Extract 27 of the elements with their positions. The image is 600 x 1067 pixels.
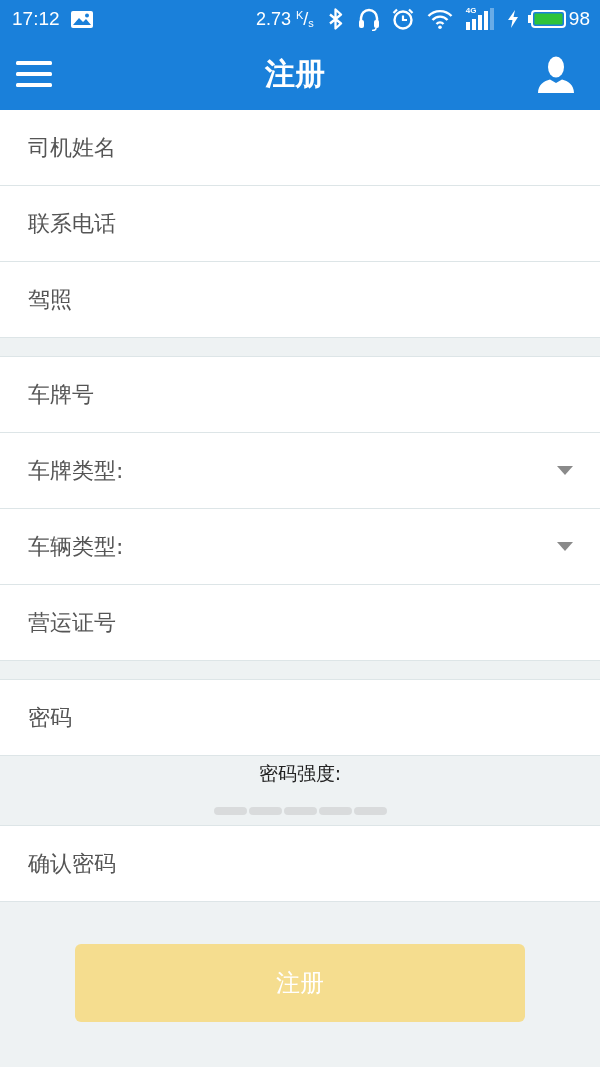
caret-icon bbox=[557, 542, 573, 551]
battery-level: 98 bbox=[568, 8, 590, 30]
dropdown-field[interactable]: 车牌类型: bbox=[0, 433, 600, 509]
text-field[interactable]: 确认密码 bbox=[0, 826, 600, 902]
network-type: 4G bbox=[465, 6, 477, 15]
bluetooth-icon bbox=[327, 8, 344, 30]
text-field[interactable]: 联系电话 bbox=[0, 186, 600, 262]
menu-icon[interactable] bbox=[16, 61, 52, 87]
signal-icon bbox=[465, 8, 495, 30]
text-field[interactable]: 驾照 bbox=[0, 262, 600, 338]
network-speed: 2.73 $^{K}$/$_{s}$ bbox=[255, 8, 314, 31]
headphones-icon bbox=[357, 7, 380, 31]
user-icon[interactable] bbox=[538, 55, 574, 93]
battery-icon bbox=[527, 10, 566, 28]
wifi-icon bbox=[426, 9, 453, 29]
clock-time: 17:12 bbox=[12, 8, 60, 30]
text-field[interactable]: 车牌号 bbox=[0, 357, 600, 433]
text-field[interactable]: 密码 bbox=[0, 680, 600, 756]
image-icon bbox=[70, 10, 93, 28]
text-field[interactable]: 营运证号 bbox=[0, 585, 600, 661]
text-field[interactable]: 司机姓名 bbox=[0, 110, 600, 186]
dropdown-field[interactable]: 车辆类型: bbox=[0, 509, 600, 585]
charging-bolt-icon bbox=[507, 10, 518, 28]
caret-icon bbox=[557, 466, 573, 475]
page-title: 注册 bbox=[265, 56, 325, 92]
alarm-clock-icon bbox=[391, 8, 414, 30]
strength-label: 密码强度: bbox=[258, 761, 342, 785]
